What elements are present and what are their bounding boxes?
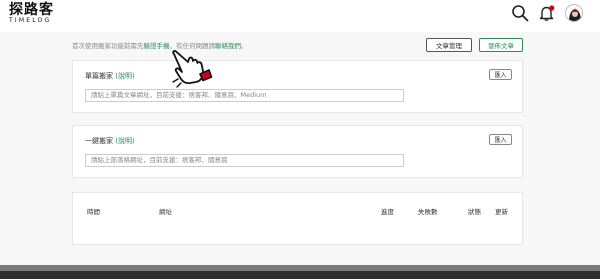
bulk-import-button[interactable]: 匯入 (489, 134, 512, 145)
contact-us-link[interactable]: 聯絡我們 (215, 42, 241, 50)
blog-url-input[interactable]: 請貼上部落格網址，目前支援：痞客邦、隨意窩 (85, 154, 404, 167)
column-header-update: 更新 (495, 208, 508, 216)
avatar[interactable] (565, 4, 583, 22)
scrollbar-track[interactable] (0, 265, 600, 271)
notice-suffix: 。 (241, 42, 248, 50)
bulk-move-title-text: 一鍵搬家 (85, 137, 113, 145)
bulk-move-help-link[interactable]: (說明) (115, 137, 134, 145)
column-header-progress: 進度 (381, 208, 394, 216)
column-header-failures: 失敗數 (418, 208, 438, 216)
bulk-move-card: 一鍵搬家 (說明) 匯入 請貼上部落格網址，目前支援：痞客邦、隨意窩 (72, 125, 523, 178)
pointing-hand-icon (172, 50, 213, 88)
single-move-title: 單篇搬家 (說明) (85, 71, 135, 81)
single-import-button[interactable]: 匯入 (489, 69, 512, 80)
bell-icon[interactable] (538, 4, 556, 22)
single-move-card: 單篇搬家 (說明) 匯入 請貼上單篇文章網址，目前支援：痞客邦、隨意窩、Medi… (72, 60, 523, 113)
manage-articles-button[interactable]: 文章管理 (426, 38, 472, 52)
brand-name-cn: 探路客 (9, 2, 54, 18)
brand-name-en: TIMELOG (9, 17, 52, 24)
single-url-input[interactable]: 請貼上單篇文章網址，目前支援：痞客邦、隨意窩、Medium (85, 89, 404, 102)
avatar-image (566, 5, 582, 21)
bulk-move-title: 一鍵搬家 (說明) (85, 136, 135, 146)
brand-logo[interactable]: 探路客 TIMELOG (9, 3, 54, 24)
notification-dot (549, 5, 555, 11)
top-header: 探路客 TIMELOG (0, 0, 600, 32)
column-header-time: 時間 (87, 208, 100, 216)
single-move-title-text: 單篇搬家 (85, 72, 113, 80)
history-table: 時間 網址 進度 失敗數 狀態 更新 (72, 192, 523, 245)
search-icon[interactable] (511, 4, 529, 22)
column-header-url: 網址 (159, 208, 172, 216)
move-notice: 首次使用搬家功能前需先驗證手機，有任何問題請聯絡我們。 (72, 40, 248, 50)
horizontal-scrollbar[interactable] (0, 265, 600, 279)
single-move-help-link[interactable]: (說明) (115, 72, 134, 80)
verify-phone-link[interactable]: 驗證手機 (144, 42, 170, 50)
notice-prefix: 首次使用搬家功能前需先 (72, 42, 144, 50)
column-header-status: 狀態 (468, 208, 481, 216)
publish-article-button[interactable]: 發佈文章 (479, 38, 523, 52)
